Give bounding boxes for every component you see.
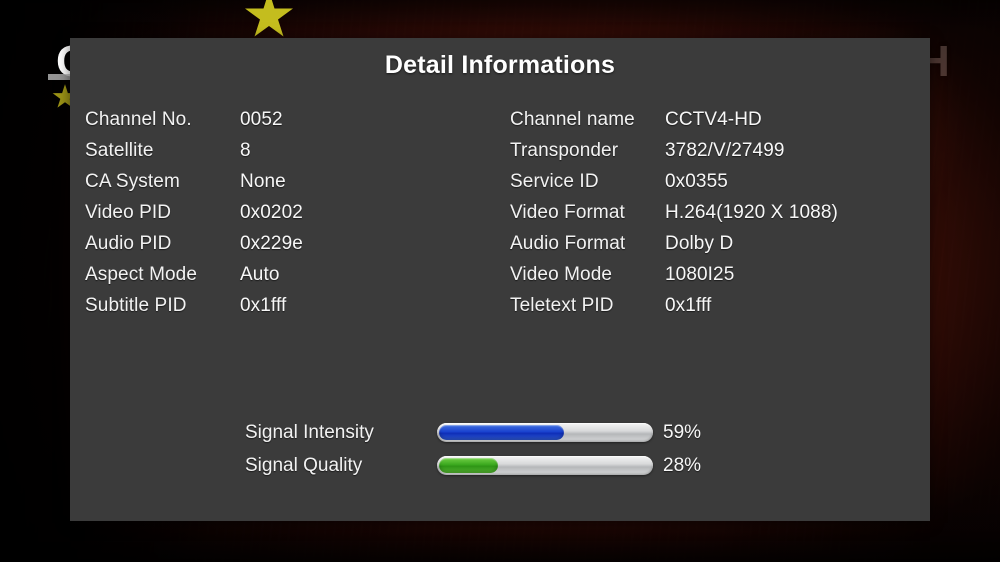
information-grid: Channel No. 0052 Satellite 8 CA System N… <box>70 104 930 334</box>
info-label: Service ID <box>510 170 599 192</box>
signal-quality-meter <box>437 456 653 475</box>
info-label: Satellite <box>85 139 154 161</box>
info-label: Subtitle PID <box>85 294 187 316</box>
info-row: Video Mode 1080I25 <box>510 259 838 290</box>
info-value: 0x1fff <box>240 294 287 316</box>
signal-intensity-meter-fill <box>439 425 564 440</box>
signal-intensity-meter <box>437 423 653 442</box>
signal-intensity-percent: 59% <box>663 421 702 443</box>
information-column-right: Channel name CCTV4-HD Transponder 3782/V… <box>510 104 838 321</box>
info-value: 1080I25 <box>665 263 735 285</box>
info-label: Audio PID <box>85 232 172 254</box>
info-row: Audio Format Dolby D <box>510 228 838 259</box>
info-row: CA System None <box>85 166 303 197</box>
info-label: CA System <box>85 170 180 192</box>
info-row: Video PID 0x0202 <box>85 197 303 228</box>
dialog-title: Detail Informations <box>384 51 616 79</box>
info-value: 8 <box>240 139 251 161</box>
info-label: Transponder <box>510 139 619 161</box>
information-column-left: Channel No. 0052 Satellite 8 CA System N… <box>85 104 303 321</box>
info-value: 0x0202 <box>240 201 303 223</box>
signal-quality-label: Signal Quality <box>245 454 363 476</box>
info-label: Video PID <box>85 201 172 223</box>
tv-screen: C H Detail Informations Channel No. 0052… <box>0 0 1000 562</box>
info-value: 0x1fff <box>665 294 712 316</box>
detail-information-dialog: Detail Informations Channel No. 0052 Sat… <box>70 38 930 521</box>
info-row: Transponder 3782/V/27499 <box>510 135 838 166</box>
info-row: Audio PID 0x229e <box>85 228 303 259</box>
info-value: Dolby D <box>665 232 734 254</box>
signal-quality-meter-fill <box>439 458 498 473</box>
info-label: Video Mode <box>510 263 613 285</box>
info-row: Video Format H.264(1920 X 1088) <box>510 197 838 228</box>
info-label: Aspect Mode <box>85 263 197 285</box>
signal-quality-percent: 28% <box>663 454 702 476</box>
info-label: Teletext PID <box>510 294 614 316</box>
info-row: Satellite 8 <box>85 135 303 166</box>
info-label: Channel name <box>510 108 635 130</box>
info-row: Service ID 0x0355 <box>510 166 838 197</box>
info-label: Video Format <box>510 201 625 223</box>
info-value: Auto <box>240 263 280 285</box>
info-label: Audio Format <box>510 232 626 254</box>
info-row: Channel name CCTV4-HD <box>510 104 838 135</box>
info-row: Teletext PID 0x1fff <box>510 290 838 321</box>
info-row: Aspect Mode Auto <box>85 259 303 290</box>
info-value: H.264(1920 X 1088) <box>665 201 838 223</box>
info-value: 0x229e <box>240 232 303 254</box>
info-value: 0052 <box>240 108 283 130</box>
signal-intensity-label: Signal Intensity <box>245 421 374 443</box>
signal-meters: Signal Intensity 59% Signal Quality 28% <box>70 416 930 482</box>
signal-quality-row: Signal Quality 28% <box>70 449 930 482</box>
info-row: Subtitle PID 0x1fff <box>85 290 303 321</box>
signal-intensity-row: Signal Intensity 59% <box>70 416 930 449</box>
info-label: Channel No. <box>85 108 192 130</box>
info-value: None <box>240 170 286 192</box>
info-value: 0x0355 <box>665 170 728 192</box>
info-value: 3782/V/27499 <box>665 139 785 161</box>
info-row: Channel No. 0052 <box>85 104 303 135</box>
info-value: CCTV4-HD <box>665 108 762 130</box>
